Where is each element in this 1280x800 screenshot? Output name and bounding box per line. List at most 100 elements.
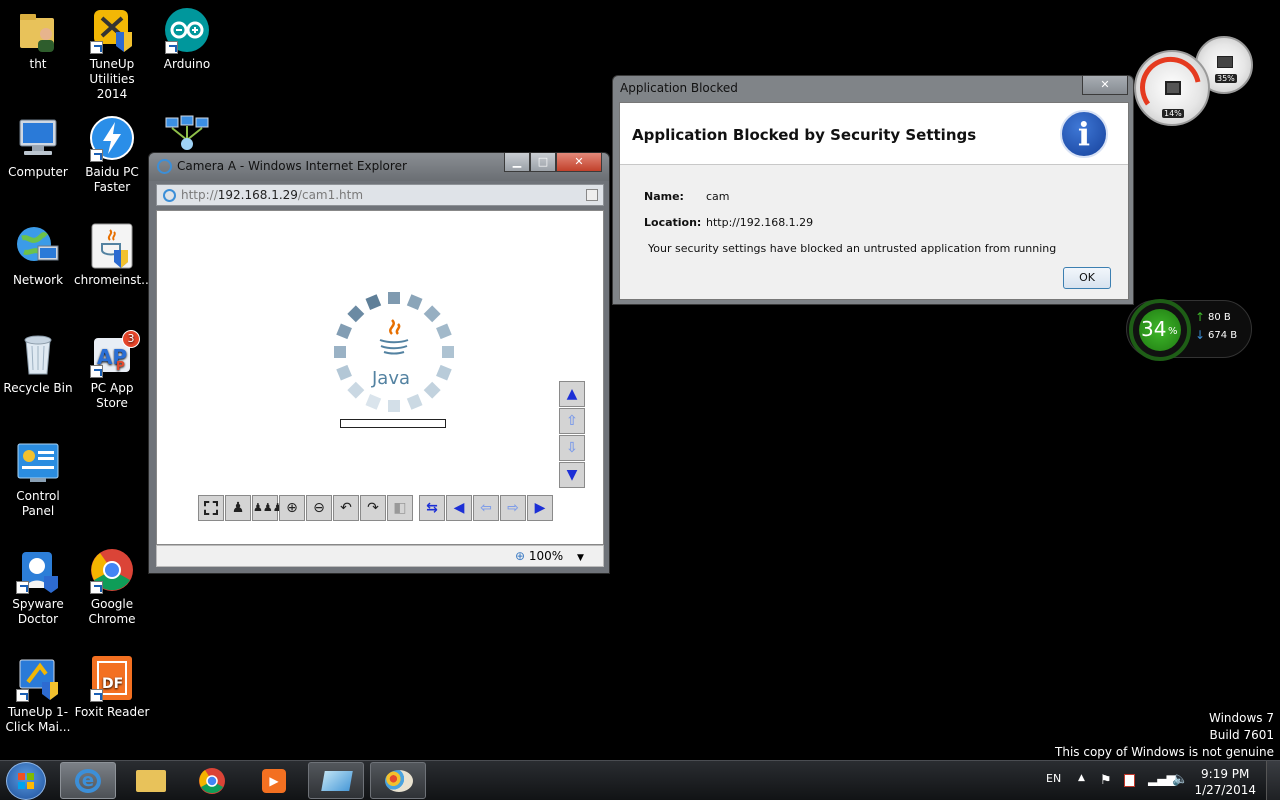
zoom-out-button[interactable]: ⊖ [306,495,332,521]
swap-arrows-icon: ⇆ [426,500,438,516]
shortcut-arrow-icon [165,41,178,54]
ie-window[interactable]: Camera A - Windows Internet Explorer ▁ □… [148,152,610,574]
taskbar-chrome-button[interactable] [184,762,240,799]
desktop-icon-label: Recycle Bin [3,381,73,395]
java-progress-bar [340,419,446,428]
show-hidden-icons-icon[interactable]: ▲ [1078,773,1085,783]
watermark-edition: Windows 7 [1208,711,1274,725]
desktop-icon-label: Computer [8,165,68,179]
computer-icon [14,114,62,162]
dialog-title-bar[interactable]: Application Blocked ✕ [613,76,1133,102]
memory-percent: 35% [1215,74,1237,83]
desktop-icon-foxit-reader[interactable]: DF Foxit Reader [74,654,150,720]
show-desktop-button[interactable] [1266,761,1280,800]
desktop-icon-tuneup-utilities[interactable]: TuneUp Utilities 2014 [74,6,150,102]
arduino-icon [163,6,211,54]
address-bar[interactable]: http://192.168.1.29/cam1.htm [156,184,604,206]
window-title: Camera A - Windows Internet Explorer [177,159,407,173]
action-center-flag-icon[interactable]: ⚑ [1100,773,1112,788]
desktop-icon-arduino[interactable]: Arduino [149,6,225,72]
taskbar-ie-button[interactable]: e [60,762,116,799]
close-button[interactable]: ✕ [556,153,602,172]
foxit-reader-icon: DF [88,654,136,702]
pan-left-button[interactable]: ⇦ [473,495,499,521]
desktop-icon-label: Spyware Doctor [12,597,64,626]
user-folder-icon [14,6,62,54]
arrow-down-outline-icon: ⇩ [566,440,578,456]
desktop-icon-tht[interactable]: tht [0,6,76,72]
language-indicator[interactable]: EN [1046,772,1061,785]
network-usage-dial: 34 % [1129,299,1191,361]
start-button[interactable] [6,762,46,800]
tuneup-icon [88,6,136,54]
camera-page-content: Java ▲ ⇧ ⇩ ▼ ♟ ♟♟♟ ⊕ ⊖ ↶ ↷ ◧ ⇆ ◀ ⇦ ⇨ ▶ [156,210,604,545]
select-area-icon [204,501,218,515]
desktop-icon-network[interactable]: Network [0,222,76,288]
volume-muted-icon[interactable]: 🔈 [1172,772,1188,787]
desktop-icon-recycle-bin[interactable]: Recycle Bin [0,330,76,396]
desktop-icon-chromeinst[interactable]: chromeinst... [74,222,153,288]
zoom-control[interactable]: ⊕ 100% ▼ [515,549,584,563]
shortcut-arrow-icon [90,41,103,54]
tray-app-icon[interactable] [1124,774,1135,787]
taskbar-java-window-button[interactable] [308,762,364,799]
pan-right-button[interactable]: ⇨ [500,495,526,521]
rotate-left-icon: ↶ [340,500,352,516]
chrome-icon [88,546,136,594]
person-icon: ♟ [231,500,245,516]
ie-title-bar[interactable]: Camera A - Windows Internet Explorer ▁ □… [149,153,609,181]
cpu-gauge[interactable]: 14% [1134,50,1210,126]
desktop-icon-control-panel[interactable]: Control Panel [0,438,76,519]
svg-text:DF: DF [102,676,123,692]
arrow-left-outline-icon: ⇦ [480,500,492,516]
desktop-icon-tuneup-1click[interactable]: TuneUp 1-Click Mai... [0,654,76,735]
dialog-title: Application Blocked [620,81,738,95]
taskbar-paint-button[interactable] [370,762,426,799]
network-gadget[interactable]: 34 % ↑ 80 B ↓ 674 B [1126,299,1252,361]
single-view-button[interactable]: ♟ [225,495,251,521]
upload-rate: 80 B [1208,312,1231,323]
status-bar: ⊕ 100% ▼ [156,545,604,567]
desktop-icon-pc-app-store[interactable]: AP P 3 PC App Store [74,330,150,411]
pan-right-fast-button[interactable]: ▶ [527,495,553,521]
group-view-button[interactable]: ♟♟♟ [252,495,283,521]
dialog-close-button[interactable]: ✕ [1082,76,1128,95]
minimize-button[interactable]: ▁ [504,153,530,172]
mirror-button[interactable]: ◧ [387,495,413,521]
desktop-icon-label: tht [29,57,47,71]
pan-left-fast-button[interactable]: ◀ [446,495,472,521]
zoom-in-button[interactable]: ⊕ [279,495,305,521]
network-globe-icon [14,222,62,270]
taskbar: e ▶ EN ▲ ⚑ ▂▄▆ 🔈 9:19 PM 1/27/2014 [0,760,1280,800]
dialog-body: Application Blocked by Security Settings… [619,102,1129,300]
tilt-down-fast-button[interactable]: ▼ [559,462,585,488]
tilt-up-button[interactable]: ⇧ [559,408,585,434]
ok-button[interactable]: OK [1063,267,1111,289]
desktop-icon-spyware-doctor[interactable]: Spyware Doctor [0,546,76,627]
shortcut-arrow-icon [90,581,103,594]
upload-arrow-icon: ↑ [1195,310,1206,324]
tilt-down-button[interactable]: ⇩ [559,435,585,461]
clock-date: 1/27/2014 [1194,783,1256,797]
desktop-icon-baidu-pc-faster[interactable]: Baidu PC Faster [74,114,150,195]
rotate-right-button[interactable]: ↷ [360,495,386,521]
desktop-icon-google-chrome[interactable]: Google Chrome [74,546,150,627]
rotate-left-button[interactable]: ↶ [333,495,359,521]
taskbar-explorer-button[interactable] [122,762,178,799]
shortcut-arrow-icon [90,689,103,702]
chevron-down-icon: ▼ [577,553,584,563]
svg-text:P: P [116,359,125,373]
maximize-button[interactable]: □ [530,153,556,172]
desktop-icon-computer[interactable]: Computer [0,114,76,180]
mirror-icon: ◧ [393,500,407,516]
tilt-up-fast-button[interactable]: ▲ [559,381,585,407]
taskbar-media-player-button[interactable]: ▶ [246,762,302,799]
desktop-icon-label: Control Panel [16,489,60,518]
arrow-up-outline-icon: ⇧ [566,413,578,429]
select-area-button[interactable] [198,495,224,521]
swap-button[interactable]: ⇆ [419,495,445,521]
close-icon: ✕ [574,155,584,168]
system-clock[interactable]: 9:19 PM 1/27/2014 [1194,766,1256,798]
application-blocked-dialog[interactable]: Application Blocked ✕ Application Blocke… [612,75,1134,305]
compat-view-icon[interactable] [586,189,598,201]
